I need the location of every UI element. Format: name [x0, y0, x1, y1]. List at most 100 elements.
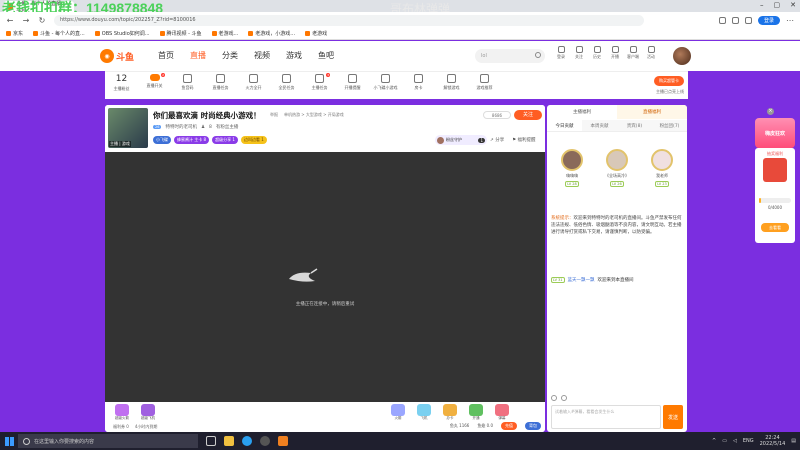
gift-item[interactable]: 火箭 [387, 404, 409, 424]
reload-icon[interactable]: ↻ [38, 16, 46, 25]
bookmark-item[interactable]: 京东 [6, 30, 23, 37]
edge-icon[interactable] [242, 436, 252, 446]
follow-button[interactable]: 关注 [514, 110, 542, 120]
forward-icon[interactable]: → [22, 16, 30, 25]
rank-user[interactable]: 嗨嗨嗨 LV 28 [557, 149, 587, 187]
category-breadcrumb[interactable]: 单机热游 > 大型游戏 > 开局游戏 [284, 112, 344, 118]
streamer-name[interactable]: 特特时的老司机 [165, 124, 197, 130]
header-follow[interactable]: 关注 [573, 46, 585, 60]
obs-icon[interactable] [260, 436, 270, 446]
header-activity[interactable]: 活动 [645, 46, 657, 60]
clock[interactable]: 22:24 2022/5/14 [760, 435, 786, 447]
close-icon[interactable]: × [767, 108, 774, 115]
recharge-button[interactable]: 充值 [501, 422, 517, 430]
back-icon[interactable]: ← [6, 16, 14, 25]
rank-user[interactable]: 《全场高冷》 LV 26 [602, 149, 632, 187]
welfare-reminder-button[interactable]: ⚑ 福利提醒 [512, 137, 535, 143]
notification-icon[interactable]: ▤ [791, 438, 796, 444]
toolbar-fire[interactable]: 火力全开 [237, 74, 270, 92]
toolbar-room-card[interactable]: 房卡 [402, 74, 435, 92]
search-icon[interactable] [535, 52, 541, 58]
douyu-logo[interactable]: ◉ 斗鱼 [100, 47, 138, 65]
bookmark-item[interactable]: 老游戏 [305, 30, 327, 37]
streamer-thumbnail[interactable]: 主播 | 游戏 [108, 108, 148, 148]
bookmark-item[interactable]: 老游戏... [211, 30, 238, 37]
header-history[interactable]: 历史 [591, 46, 603, 60]
tab-vip[interactable]: 贵宾(8) [617, 120, 652, 131]
toolbar-unlock-game[interactable]: 解锁游戏 [435, 74, 468, 92]
bookmark-item[interactable]: OBS Studio如何调... [94, 30, 150, 37]
network-icon[interactable]: ▭ [722, 438, 727, 444]
toolbar-tasks[interactable]: 直播任务 [204, 74, 237, 92]
backpack-button[interactable]: 背包 [525, 422, 541, 430]
url-input[interactable]: https://www.douyu.com/topic/202257_Z?rid… [54, 14, 644, 26]
chat-username[interactable]: 蓝天一飘一飘 [568, 277, 595, 283]
volume-icon[interactable]: ◁ [733, 438, 737, 444]
toolbar-live-switch[interactable]: 2 直播开关 [138, 73, 171, 92]
language-indicator[interactable]: ENG [743, 438, 754, 444]
gift-item[interactable]: 超级火箭 [111, 404, 133, 424]
coupon-count[interactable]: 福利券 0 [113, 424, 129, 430]
tab-anchor-welfare[interactable]: 主播福利 [547, 105, 617, 119]
toolbar-audio[interactable]: 鱼音码 [171, 74, 204, 92]
nav-home[interactable]: 首页 [158, 50, 174, 61]
nav-game[interactable]: 游戏 [286, 50, 302, 61]
gift-item[interactable]: 弹幕 [491, 404, 513, 424]
toolbar-anchor-tasks[interactable]: 3 主播任务 [303, 73, 336, 92]
fans-count[interactable]: 12 主播粉丝 [105, 74, 138, 92]
video-area[interactable]: 主播正在连接中，请稍后重试 [105, 152, 545, 402]
go-button[interactable]: 去看看 [761, 223, 789, 232]
tab-week-contrib[interactable]: 本周贡献 [582, 120, 617, 131]
bookmark-item[interactable]: 老游戏，小游戏... [248, 30, 295, 37]
gift-item[interactable]: 开通 [465, 404, 487, 424]
buy-card-button[interactable]: 购买超管卡 [654, 76, 684, 86]
more-menu-icon[interactable]: ⋯ [786, 16, 794, 25]
nav-yuba[interactable]: 鱼吧 [318, 50, 334, 61]
chat-input[interactable]: 试着输入#弹幕，看看会发生什么 [551, 405, 661, 429]
room-tag[interactable]: 边叫边看 1 [240, 136, 267, 144]
task-view-icon[interactable] [206, 436, 216, 446]
header-client[interactable]: 客户端 [627, 46, 639, 60]
taskbar-search[interactable]: 在这里输入你要搜索的内容 [18, 434, 198, 448]
fan-guard-pill[interactable]: 粉丝守护 1 [435, 135, 487, 145]
collections-icon[interactable] [744, 16, 752, 24]
nav-category[interactable]: 分类 [222, 50, 238, 61]
extension-icon[interactable] [718, 16, 726, 24]
toolbar-ufo-game[interactable]: 小飞碟小游戏 [369, 74, 402, 92]
emoji-icon[interactable] [551, 395, 557, 401]
bookmark-item[interactable]: 腾讯视频 - 斗鱼 [159, 30, 202, 37]
room-tag[interactable]: 小飞碟 [153, 136, 171, 144]
room-tag[interactable]: 蜂蜜酱汁 主卡 8 [174, 136, 210, 144]
promo-banner[interactable]: 嗨皮狂欢 [755, 118, 795, 148]
rank-user[interactable]: 我老师 LV 23 [647, 149, 677, 187]
gift-item[interactable]: 超级飞机 [137, 404, 159, 424]
close-window-icon[interactable]: ✕ [790, 1, 796, 9]
favorites-icon[interactable] [731, 16, 739, 24]
file-explorer-icon[interactable] [224, 436, 234, 446]
tab-fan-club[interactable]: 粉丝团(7) [652, 120, 687, 131]
toolbar-game-rec[interactable]: 游戏推荐 [468, 74, 501, 92]
bookmark-item[interactable]: 斗鱼 - 每个人的直... [33, 30, 85, 37]
gift-item[interactable]: 飞机 [413, 404, 435, 424]
nav-live[interactable]: 直播 [190, 50, 206, 61]
minimize-icon[interactable]: – [760, 1, 764, 9]
tab-live-welfare[interactable]: 直播福利 [617, 105, 687, 119]
tab-today-contrib[interactable]: 今日贡献 [547, 120, 582, 131]
header-login[interactable]: 登录 [555, 46, 567, 60]
toolbar-all-tasks[interactable]: 全民任务 [270, 74, 303, 92]
settings-icon[interactable] [561, 395, 567, 401]
avatar[interactable] [673, 47, 691, 65]
gift-item[interactable]: 办卡 [439, 404, 461, 424]
nav-video[interactable]: 视频 [254, 50, 270, 61]
profile-button[interactable]: 登录 [757, 15, 780, 25]
header-broadcast[interactable]: 开播 [609, 46, 621, 60]
maximize-icon[interactable]: ▢ [774, 1, 781, 9]
start-button[interactable] [0, 432, 18, 450]
douyu-app-icon[interactable] [278, 436, 288, 446]
room-tag[interactable]: 超级分享 1 [212, 136, 238, 144]
share-button[interactable]: ↗ 分享 [490, 137, 504, 143]
toolbar-reminder[interactable]: 开播提醒 [336, 74, 369, 92]
send-button[interactable]: 发送 [663, 405, 683, 429]
report-link[interactable]: 举报 [270, 112, 278, 118]
chevron-up-icon[interactable]: ^ [712, 438, 716, 444]
